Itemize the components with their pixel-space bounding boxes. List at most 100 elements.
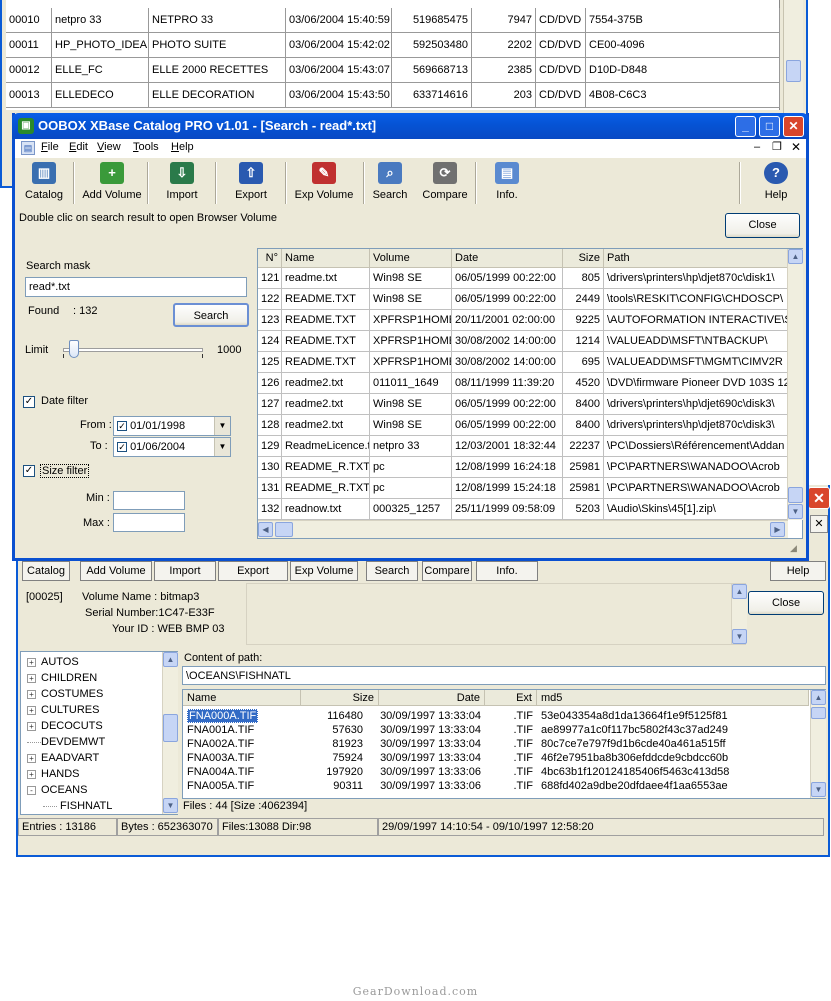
result-row[interactable]: 122 README.TXT Win98 SE 06/05/1999 00:22:00… xyxy=(258,289,788,310)
tree-scroll-thumb[interactable] xyxy=(163,714,178,742)
expand-icon[interactable]: + xyxy=(27,657,36,667)
tree-item[interactable]: - OCEANS xyxy=(27,782,87,798)
collapse-icon[interactable]: - xyxy=(27,785,36,795)
mdi-restore-icon[interactable]: ❐ xyxy=(772,140,782,153)
toolbar-button-info[interactable]: ▤ Info. xyxy=(481,160,533,206)
result-row[interactable]: 123 README.TXT XPFRSP1HOME 20/11/2001 02:00… xyxy=(258,310,788,331)
min-size-input[interactable] xyxy=(113,491,185,510)
chevron-down-icon[interactable]: ▼ xyxy=(214,417,230,435)
search-results-list[interactable]: N° Name Volume Date Size Path 121 readme.txt Wi… xyxy=(257,248,803,539)
table-row[interactable]: 00010 netpro 33 NETPRO 33 03/06/2004 15:40:… xyxy=(6,8,780,33)
to-date-picker[interactable]: ✓ 01/06/2004 ▼ xyxy=(113,437,231,457)
mdi-close-icon[interactable]: ✕ xyxy=(791,140,801,154)
expand-icon[interactable]: + xyxy=(27,705,36,715)
file-list[interactable]: Name Size Date Ext md5 FNA000A.TIF 116480 30/0… xyxy=(182,689,826,799)
toolbar-button-help[interactable]: Help xyxy=(770,561,826,581)
file-name[interactable]: FNA002A.TIF xyxy=(187,737,297,751)
menu-file[interactable]: File xyxy=(41,141,59,153)
expand-icon[interactable]: + xyxy=(27,673,36,683)
results-scrollbar[interactable]: ▲ ▼ xyxy=(787,249,803,520)
limit-slider-track[interactable] xyxy=(63,348,203,352)
tree-item[interactable]: FISHNATL xyxy=(43,798,112,814)
toolbar-button-export[interactable]: Export xyxy=(218,561,288,581)
result-row[interactable]: 128 readme2.txt Win98 SE 06/05/1999 00:22:0… xyxy=(258,415,788,436)
result-row[interactable]: 129 ReadmeLicence.txt netpro 33 12/03/2001 … xyxy=(258,436,788,457)
menu-edit[interactable]: Edit xyxy=(69,141,88,153)
tree-item[interactable]: + CULTURES xyxy=(27,702,99,718)
toolbar-button-import[interactable]: Import xyxy=(154,561,216,581)
tree-item[interactable]: + EAADVART xyxy=(27,750,99,766)
result-row[interactable]: 127 readme2.txt Win98 SE 06/05/1999 00:22:0… xyxy=(258,394,788,415)
toolbar-button-add-volume[interactable]: Add Volume xyxy=(80,561,152,581)
column-header[interactable]: Ext xyxy=(485,690,537,706)
column-header[interactable]: Path xyxy=(604,249,788,268)
expand-icon[interactable]: + xyxy=(27,753,36,763)
column-header[interactable]: Date xyxy=(452,249,563,268)
result-row[interactable]: 121 readme.txt Win98 SE 06/05/1999 00:22:00… xyxy=(258,268,788,289)
toolbar-button-search[interactable]: ⌕ Search xyxy=(367,160,413,206)
menu-view[interactable]: View xyxy=(97,141,121,153)
result-row[interactable]: 125 README.TXT XPFRSP1HOME 30/08/2002 14:00… xyxy=(258,352,788,373)
tree-scrollbar[interactable]: ▲ ▼ xyxy=(162,652,178,814)
resize-grip-icon[interactable]: ◢ xyxy=(790,543,804,557)
menu-tools[interactable]: Tools xyxy=(133,141,159,153)
selected-file[interactable]: FNA000A.TIF xyxy=(187,709,259,723)
close-button[interactable]: Close xyxy=(748,591,824,615)
toolbar-button-catalog[interactable]: Catalog xyxy=(22,561,70,581)
column-header[interactable]: Size xyxy=(563,249,604,268)
column-header[interactable]: Name xyxy=(183,690,301,706)
column-header[interactable]: N° xyxy=(258,249,282,268)
tree-item[interactable]: + CHILDREN xyxy=(27,670,97,686)
column-header[interactable]: Size xyxy=(301,690,379,706)
expand-icon[interactable]: + xyxy=(27,689,36,699)
close-button[interactable]: Close xyxy=(725,213,800,238)
results-hscrollbar[interactable]: ◀ ▶ xyxy=(258,520,788,538)
result-row[interactable]: 130 README_R.TXT pc 12/08/1999 16:24:18 2598… xyxy=(258,457,788,478)
results-scroll-thumb[interactable] xyxy=(788,487,803,503)
expand-icon[interactable]: + xyxy=(27,721,36,731)
tree-item[interactable]: + COSTUMES xyxy=(27,686,103,702)
toolbar-button-compare[interactable]: Compare xyxy=(422,561,472,581)
column-header[interactable]: Name xyxy=(282,249,370,268)
menu-help[interactable]: Help xyxy=(171,141,194,153)
table-row[interactable]: 00013 ELLEDECO ELLE DECORATION 03/06/2004 1… xyxy=(6,83,780,108)
maximize-icon[interactable]: □ xyxy=(759,116,780,137)
result-row[interactable]: 131 README_R.TXT pc 12/08/1999 15:24:18 2598… xyxy=(258,478,788,499)
file-name[interactable]: FNA000A.TIF xyxy=(187,709,259,723)
toolbar-button-add-volume[interactable]: + Add Volume xyxy=(79,160,145,206)
toolbar-button-import[interactable]: ⇩ Import xyxy=(151,160,213,206)
mdi-minimize-icon[interactable]: – xyxy=(754,141,760,153)
minimize-icon[interactable]: _ xyxy=(735,116,756,137)
from-date-picker[interactable]: ✓ 01/01/1998 ▼ xyxy=(113,416,231,436)
tree-item[interactable]: + HANDS xyxy=(27,766,80,782)
close-icon[interactable]: ✕ xyxy=(810,515,828,533)
table-row[interactable]: 00011 HP_PHOTO_IDEA PHOTO SUITE 03/06/2004 … xyxy=(6,33,780,58)
column-header[interactable]: md5 xyxy=(537,690,809,706)
toolbar-button-catalog[interactable]: ▥ Catalog xyxy=(19,160,69,206)
folder-tree[interactable]: + AUTOS + CHILDREN + COSTUMES + CULTURES + DECOCU… xyxy=(20,651,178,815)
size-filter-checkbox[interactable]: ✓ xyxy=(23,465,35,478)
close-window-icon[interactable]: ✕ xyxy=(783,116,804,137)
search-button[interactable]: Search xyxy=(173,303,249,327)
tree-item[interactable]: + AUTOS xyxy=(27,654,79,670)
toolbar-button-exp-volume[interactable]: ✎ Exp Volume xyxy=(289,160,359,206)
toolbar-button-search[interactable]: Search xyxy=(366,561,418,581)
volume-comment[interactable] xyxy=(246,583,746,645)
column-header[interactable]: Volume xyxy=(370,249,452,268)
max-size-input[interactable] xyxy=(113,513,185,532)
expand-icon[interactable]: + xyxy=(27,769,36,779)
comment-scrollbar[interactable]: ▲ ▼ xyxy=(731,584,747,644)
content-path-field[interactable]: \OCEANS\FISHNATL xyxy=(182,666,826,685)
result-row[interactable]: 126 readme2.txt 011011_1649 08/11/1999 11:3… xyxy=(258,373,788,394)
bg-close-icon[interactable]: ✕ xyxy=(808,487,830,509)
toolbar-button-exp-volume[interactable]: Exp Volume xyxy=(290,561,358,581)
file-name[interactable]: FNA005A.TIF xyxy=(187,779,297,793)
file-name[interactable]: FNA001A.TIF xyxy=(187,723,297,737)
search-mask-input[interactable]: read*.txt xyxy=(25,277,247,297)
table-row[interactable]: 00012 ELLE_FC ELLE 2000 RECETTES 03/06/2004… xyxy=(6,58,780,83)
tree-item[interactable]: + DECOCUTS xyxy=(27,718,103,734)
toolbar-button-info[interactable]: Info. xyxy=(476,561,538,581)
column-header[interactable]: Date xyxy=(379,690,485,706)
file-name[interactable]: FNA003A.TIF xyxy=(187,751,297,765)
tree-item[interactable]: DEVDEMWT xyxy=(27,734,105,750)
